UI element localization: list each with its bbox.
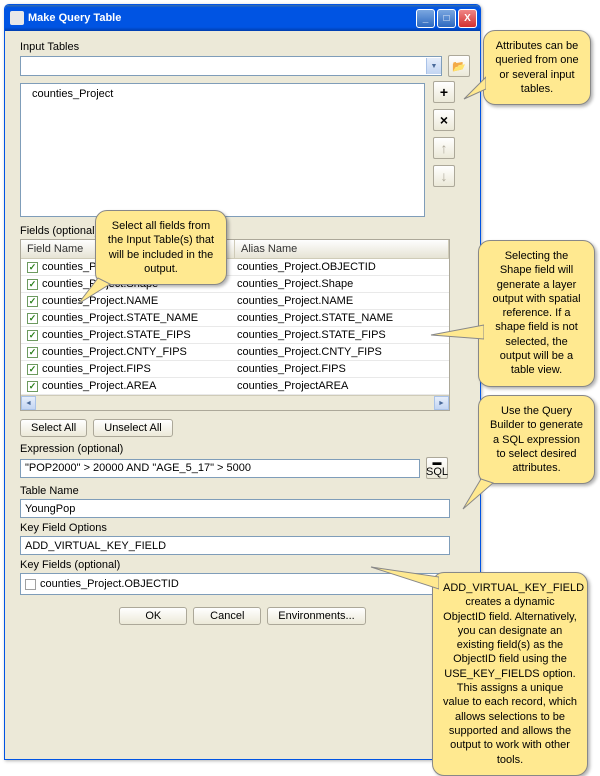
field-name: counties_Project.AREA — [42, 380, 156, 392]
input-tables-list[interactable]: counties_Project — [20, 83, 425, 217]
table-row[interactable]: ✓ counties_Project.FIPS counties_Project.F… — [21, 361, 449, 378]
alias-name: counties_Project.NAME — [237, 295, 353, 307]
cancel-button[interactable]: Cancel — [193, 607, 261, 625]
alias-name: counties_Project.CNTY_FIPS — [237, 346, 382, 358]
expression-input[interactable]: "POP2000" > 20000 AND "AGE_5_17" > 5000 — [20, 459, 420, 478]
sql-builder-button[interactable]: ▬SQL — [426, 457, 448, 479]
checkbox-icon[interactable]: ✓ — [27, 381, 38, 392]
table-name-input[interactable]: YoungPop — [20, 499, 450, 518]
alias-name: counties_Project.OBJECTID — [237, 261, 376, 273]
scroll-right-icon[interactable]: ► — [434, 396, 449, 410]
input-tables-label: Input Tables — [20, 41, 470, 53]
ok-button[interactable]: OK — [119, 607, 187, 625]
callout-input-tables: Attributes can be queried from one or se… — [483, 30, 591, 105]
callout-select-fields: Select all fields from the Input Table(s… — [95, 210, 227, 285]
table-row[interactable]: ✓ counties_Project.AREA counties_ProjectAR… — [21, 378, 449, 395]
titlebar[interactable]: Make Query Table _ □ X — [5, 5, 480, 31]
field-name: counties_Project.STATE_NAME — [42, 312, 198, 324]
column-header-alias[interactable]: Alias Name — [235, 240, 449, 258]
checkbox-icon[interactable]: ✓ — [27, 313, 38, 324]
checkbox-icon[interactable]: ✓ — [25, 579, 36, 590]
window-title: Make Query Table — [28, 12, 416, 24]
move-down-button[interactable]: ↓ — [433, 165, 455, 187]
checkbox-icon[interactable]: ✓ — [27, 296, 38, 307]
chevron-down-icon: ▼ — [426, 58, 441, 74]
field-name: counties_Project.CNTY_FIPS — [42, 346, 187, 358]
remove-table-button[interactable]: × — [433, 109, 455, 131]
key-field-item: counties_Project.OBJECTID — [40, 578, 179, 590]
table-row[interactable]: ✓counties_Project.OBJECTIDcounties_Proje… — [21, 259, 449, 276]
checkbox-icon[interactable]: ✓ — [27, 330, 38, 341]
input-tables-dropdown[interactable]: ▼ — [20, 56, 442, 76]
checkbox-icon[interactable]: ✓ — [27, 279, 38, 290]
list-item[interactable]: counties_Project — [24, 87, 421, 102]
checkbox-icon[interactable]: ✓ — [27, 364, 38, 375]
alias-name: counties_Project.Shape — [237, 278, 353, 290]
scroll-left-icon[interactable]: ◄ — [21, 396, 36, 410]
key-options-input[interactable]: ADD_VIRTUAL_KEY_FIELD — [20, 536, 450, 555]
table-name-label: Table Name — [20, 485, 470, 497]
make-query-table-window: Make Query Table _ □ X Input Tables ▼ 📂 … — [4, 4, 481, 760]
alias-name: counties_Project.FIPS — [237, 363, 346, 375]
callout-query-builder: Use the Query Builder to generate a SQL … — [478, 395, 595, 484]
callout-key-field: ADD_VIRTUAL_KEY_FIELD creates a dynamic … — [432, 572, 588, 776]
fields-grid: Field Name Alias Name ✓counties_Project.… — [20, 239, 450, 411]
table-row[interactable]: ✓ counties_Project.STATE_FIPS counties_Pro… — [21, 327, 449, 344]
checkbox-icon[interactable]: ✓ — [27, 262, 38, 273]
close-button[interactable]: X — [458, 9, 477, 28]
fields-label: Fields (optional) — [20, 225, 470, 237]
alias-name: counties_Project.STATE_NAME — [237, 312, 393, 324]
alias-name: counties_Project.STATE_FIPS — [237, 329, 386, 341]
move-up-button[interactable]: ↑ — [433, 137, 455, 159]
key-options-label: Key Field Options — [20, 522, 470, 534]
add-table-button[interactable]: + — [433, 81, 455, 103]
environments-button[interactable]: Environments... — [267, 607, 365, 625]
field-name: counties_Project.FIPS — [42, 363, 151, 375]
table-row[interactable]: ✓ counties_Project.CNTY_FIPS counties_Proj… — [21, 344, 449, 361]
checkbox-icon[interactable]: ✓ — [27, 347, 38, 358]
expression-label: Expression (optional) — [20, 443, 470, 455]
maximize-button[interactable]: □ — [437, 9, 456, 28]
app-icon — [10, 11, 24, 25]
callout-shape-field: Selecting the Shape field will generate … — [478, 240, 595, 387]
table-row[interactable]: ✓ counties_Project.STATE_NAME counties_Pro… — [21, 310, 449, 327]
field-name: counties_Project.STATE_FIPS — [42, 329, 191, 341]
unselect-all-button[interactable]: Unselect All — [93, 419, 172, 437]
alias-name: counties_ProjectAREA — [237, 380, 348, 392]
scrollbar-horizontal[interactable]: ◄ ► — [21, 395, 449, 410]
select-all-button[interactable]: Select All — [20, 419, 87, 437]
minimize-button[interactable]: _ — [416, 9, 435, 28]
